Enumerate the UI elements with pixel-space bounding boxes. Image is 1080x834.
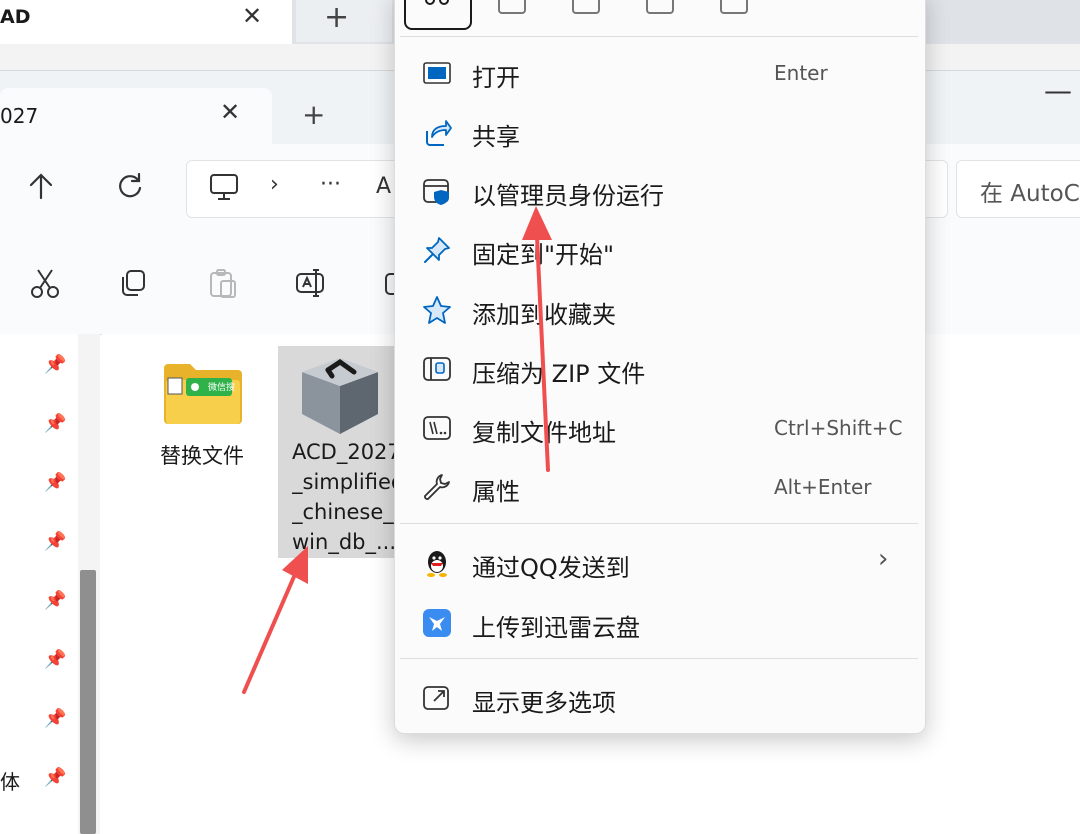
menu-item-show-more-options[interactable]: 显示更多选项 (396, 669, 922, 727)
qq-icon (422, 548, 452, 578)
minimize-button[interactable]: — (1044, 74, 1072, 107)
pin-icon: 📌 (44, 413, 67, 434)
menu-item-label: 上传到迅雷云盘 (472, 614, 640, 642)
pin-icon: 📌 (44, 354, 67, 375)
copy-path-icon (422, 413, 452, 443)
menu-item-compress-zip[interactable]: 压缩为 ZIP 文件 (396, 340, 922, 398)
menu-item-shortcut: Alt+Enter (774, 475, 872, 499)
rename-icon[interactable] (294, 266, 328, 300)
sidebar-scrollbar-thumb[interactable] (80, 570, 96, 834)
pin-icon: 📌 (44, 590, 67, 611)
menu-item-upload-thunder[interactable]: 上传到迅雷云盘 (396, 594, 922, 652)
menu-item-shortcut: Ctrl+Shift+C (774, 416, 903, 440)
up-arrow-icon[interactable] (28, 172, 54, 207)
file-name-line: _chinese_ (292, 500, 394, 524)
search-input[interactable]: 在 AutoC (980, 174, 1080, 208)
file-name-line: win_db_... (292, 530, 396, 554)
folder-badge-text: 微信搜 (208, 383, 236, 393)
menu-item-open[interactable]: 打开 Enter (396, 44, 922, 102)
menu-separator (400, 36, 918, 37)
menu-item-label: 以管理员身份运行 (472, 182, 664, 210)
context-delete-icon[interactable] (720, 0, 748, 14)
explorer-tab-label: 027 (0, 104, 39, 128)
wrench-icon (422, 472, 452, 502)
context-copy-icon[interactable] (498, 0, 526, 14)
pin-icon: 📌 (44, 767, 67, 788)
file-name-line: ACD_2027 (292, 440, 396, 464)
folder-name[interactable]: 替换文件 (160, 440, 244, 470)
menu-item-share[interactable]: 共享 (396, 103, 922, 161)
copy-icon[interactable] (116, 266, 150, 300)
more-options-icon (422, 683, 452, 713)
menu-separator (400, 658, 918, 659)
menu-item-add-to-favorites[interactable]: 添加到收藏夹 (396, 281, 922, 339)
cut-icon[interactable] (28, 266, 62, 300)
refresh-icon[interactable] (116, 172, 144, 207)
menu-item-label: 添加到收藏夹 (472, 301, 616, 329)
monitor-icon[interactable] (208, 172, 240, 206)
breadcrumb-chevron-icon[interactable]: › (270, 172, 279, 197)
breadcrumb-overflow[interactable]: ··· (320, 172, 341, 197)
outer-tab-label: AD (0, 6, 31, 28)
explorer-tab-close-icon[interactable]: ✕ (220, 98, 240, 126)
context-share-icon[interactable] (646, 0, 674, 14)
menu-item-run-as-admin[interactable]: 以管理员身份运行 (396, 162, 922, 220)
context-rename-icon[interactable] (572, 0, 600, 14)
menu-item-properties[interactable]: 属性 Alt+Enter (396, 458, 922, 516)
menu-item-label: 压缩为 ZIP 文件 (472, 360, 646, 388)
menu-item-label: 共享 (472, 123, 520, 151)
menu-item-send-via-qq[interactable]: 通过QQ发送到 › (396, 534, 922, 592)
menu-item-label: 复制文件地址 (472, 419, 616, 447)
shield-icon (422, 176, 452, 206)
sidebar-item-label[interactable]: 体 (0, 766, 20, 795)
menu-item-shortcut: Enter (774, 61, 828, 85)
context-cut-icon[interactable] (404, 0, 472, 30)
breadcrumb-text[interactable]: A (376, 174, 391, 199)
paste-icon (206, 266, 240, 300)
zip-icon (422, 354, 452, 384)
chevron-right-icon: › (878, 544, 889, 574)
open-icon (422, 58, 452, 88)
explorer-new-tab-icon[interactable]: + (302, 98, 325, 131)
pin-icon: 📌 (44, 531, 67, 552)
pin-icon (422, 235, 452, 265)
outer-tab-close-icon[interactable]: ✕ (242, 2, 262, 30)
thunder-icon (422, 608, 452, 638)
menu-item-label: 属性 (472, 478, 520, 506)
share-icon (422, 117, 452, 147)
file-name-line: _simplified (292, 470, 396, 494)
menu-item-label: 打开 (472, 64, 520, 92)
star-icon (422, 295, 452, 325)
pin-icon: 📌 (44, 708, 67, 729)
menu-item-copy-path[interactable]: 复制文件地址 Ctrl+Shift+C (396, 399, 922, 457)
menu-item-label: 显示更多选项 (472, 689, 616, 717)
plus-icon[interactable]: + (324, 0, 349, 35)
menu-item-pin-to-start[interactable]: 固定到"开始" (396, 221, 922, 279)
menu-item-label: 通过QQ发送到 (472, 554, 630, 582)
installer-box-icon[interactable] (298, 356, 382, 436)
menu-separator (400, 523, 918, 524)
pin-icon: 📌 (44, 472, 67, 493)
menu-item-label: 固定到"开始" (472, 241, 615, 269)
pin-icon: 📌 (44, 649, 67, 670)
